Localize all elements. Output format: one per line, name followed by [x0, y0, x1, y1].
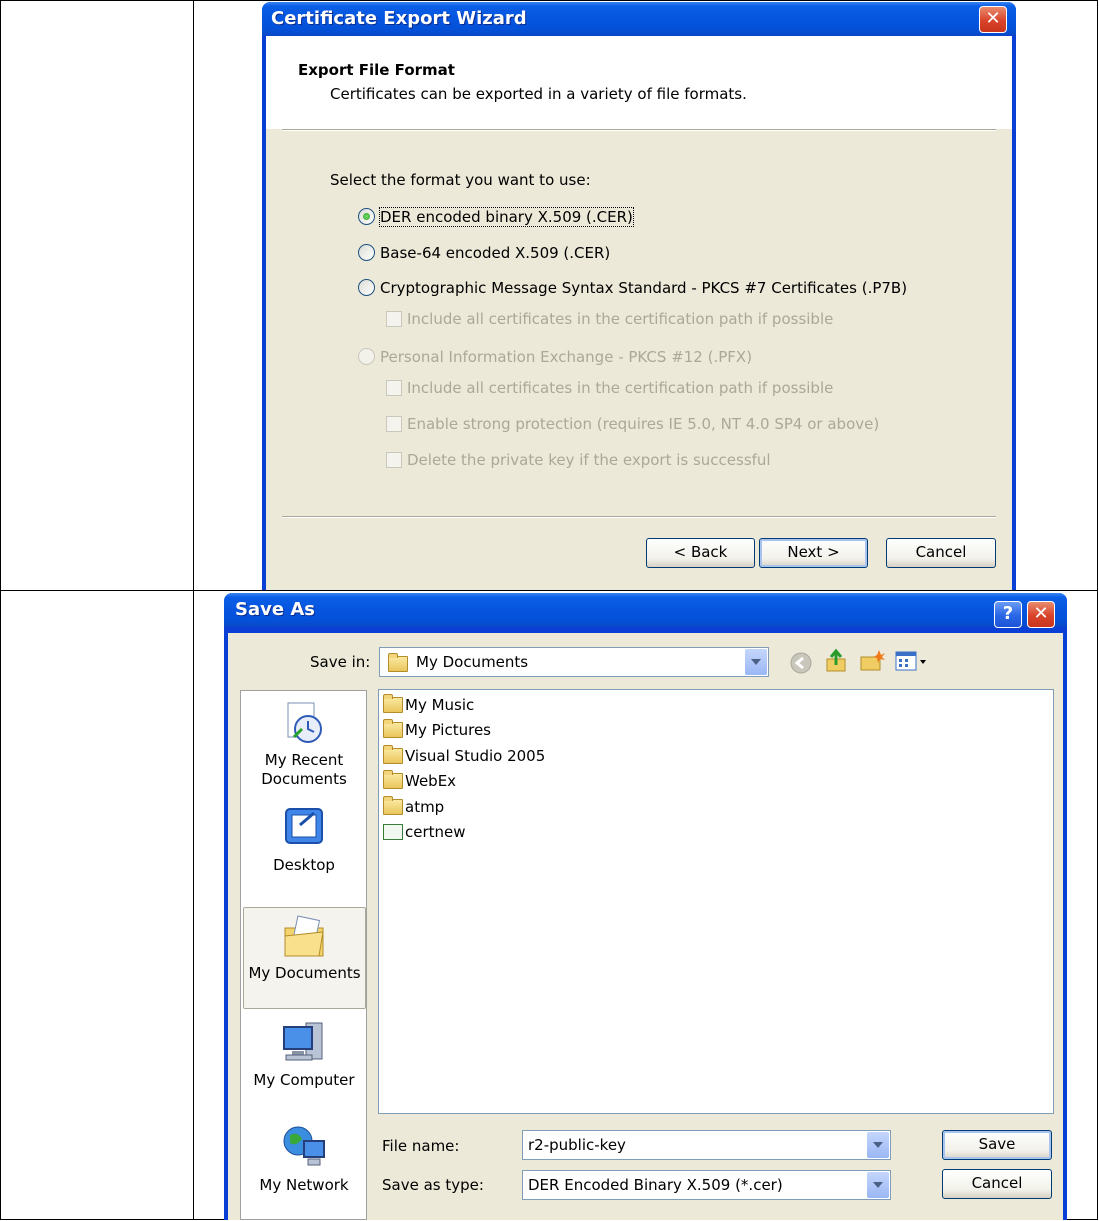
place-label: My Documents [248, 964, 361, 982]
save-as-client-area: Save in: My Documents My Recent Document… [228, 633, 1063, 1220]
file-name-label: File name: [382, 1137, 460, 1155]
new-folder-icon[interactable] [858, 647, 886, 675]
checkbox-label: Delete the private key if the export is … [407, 451, 771, 469]
shortcut-folder-icon [383, 796, 403, 815]
save-type-label: Save as type: [382, 1176, 484, 1194]
wizard-header [266, 36, 1012, 129]
place-label: Documents [261, 770, 347, 788]
place-label: My Recent [264, 751, 344, 769]
format-option-label[interactable]: Base-64 encoded X.509 (.CER) [380, 244, 610, 262]
file-name: My Pictures [405, 721, 491, 739]
close-icon[interactable]: ✕ [979, 6, 1007, 33]
footer-separator [282, 516, 996, 518]
list-item[interactable]: Visual Studio 2005 [383, 744, 545, 768]
cancel-button[interactable]: Cancel [886, 538, 996, 568]
my-documents-icon [284, 915, 324, 957]
save-in-dropdown[interactable]: My Documents [379, 647, 769, 677]
pictures-folder-icon [383, 719, 403, 738]
place-my-documents[interactable]: My Documents [243, 907, 366, 1009]
my-computer-icon [283, 1022, 323, 1061]
place-my-recent-documents[interactable]: My Recent Documents [242, 699, 366, 795]
places-bar: My Recent Documents Desktop My Documents… [240, 690, 367, 1220]
checkbox-label: Include all certificates in the certific… [407, 310, 834, 328]
wizard-titlebar: Certificate Export Wizard ✕ [262, 2, 1016, 36]
list-item[interactable]: My Pictures [383, 718, 491, 742]
save-as-window: Save As ? ✕ Save in: My Documents My Rec… [224, 593, 1067, 1220]
back-button[interactable]: < Back [646, 538, 755, 568]
table-column-divider [193, 0, 194, 1220]
place-my-network[interactable]: My Network [242, 1121, 366, 1211]
list-item[interactable]: atmp [383, 795, 444, 819]
radio-der[interactable] [358, 208, 375, 225]
checkbox-label: Enable strong protection (requires IE 5.… [407, 415, 880, 433]
wizard-client-area: Export File Format Certificates can be e… [266, 36, 1012, 590]
checkbox [386, 380, 402, 396]
recent-documents-icon [287, 702, 322, 743]
select-format-prompt: Select the format you want to use: [330, 171, 591, 189]
radio-base64[interactable] [358, 244, 375, 261]
desktop-icon [285, 808, 323, 844]
folder-icon [388, 653, 408, 672]
checkbox [386, 452, 402, 468]
place-desktop[interactable]: Desktop [242, 803, 366, 883]
wizard-title: Certificate Export Wizard [271, 8, 527, 29]
list-item[interactable]: WebEx [383, 769, 456, 793]
save-in-label: Save in: [310, 653, 371, 671]
certificate-file-icon [383, 824, 403, 840]
folder-icon [383, 745, 403, 764]
help-icon[interactable]: ? [994, 601, 1022, 628]
next-button[interactable]: Next > [759, 538, 868, 568]
file-name: My Music [405, 696, 475, 714]
radio-pfx [358, 348, 375, 365]
radio-pkcs7[interactable] [358, 279, 375, 296]
back-arrow-icon[interactable] [789, 651, 815, 675]
my-network-icon [283, 1126, 325, 1166]
list-item[interactable]: My Music [383, 693, 474, 717]
checkbox [386, 416, 402, 432]
place-label: Desktop [273, 856, 335, 874]
music-folder-icon [383, 694, 403, 713]
file-name-value: r2-public-key [528, 1136, 626, 1154]
place-my-computer[interactable]: My Computer [242, 1019, 366, 1109]
save-type-dropdown[interactable]: DER Encoded Binary X.509 (*.cer) [522, 1170, 891, 1200]
chevron-down-icon[interactable] [867, 1132, 889, 1158]
table-row-divider [0, 590, 1098, 591]
cancel-button[interactable]: Cancel [942, 1169, 1052, 1199]
file-name-field[interactable]: r2-public-key [522, 1130, 891, 1160]
file-name: Visual Studio 2005 [405, 747, 546, 765]
folder-icon [383, 770, 403, 789]
place-label: My Network [259, 1176, 349, 1194]
chevron-down-icon[interactable] [745, 649, 767, 675]
file-name: WebEx [405, 772, 457, 790]
views-menu-icon[interactable] [894, 650, 930, 674]
chevron-down-icon[interactable] [867, 1172, 889, 1198]
save-in-value: My Documents [416, 653, 529, 671]
radio-selected-dot [363, 213, 370, 220]
checkbox-label: Include all certificates in the certific… [407, 379, 834, 397]
header-separator [282, 129, 996, 131]
format-option-label[interactable]: Cryptographic Message Syntax Standard - … [380, 279, 907, 297]
checkbox [386, 311, 402, 327]
wizard-header-title: Export File Format [298, 61, 455, 79]
certificate-export-wizard-window: Certificate Export Wizard ✕ Export File … [262, 2, 1016, 590]
file-list[interactable]: My Music My Pictures Visual Studio 2005 … [378, 689, 1054, 1114]
place-label: My Computer [253, 1071, 355, 1089]
wizard-header-subtitle: Certificates can be exported in a variet… [330, 85, 747, 103]
save-as-title: Save As [235, 599, 315, 620]
save-as-titlebar: Save As ? ✕ [224, 593, 1067, 628]
up-one-level-icon[interactable] [824, 647, 852, 675]
save-button[interactable]: Save [942, 1130, 1052, 1160]
format-option-label: Personal Information Exchange - PKCS #12… [380, 348, 753, 366]
format-option-label[interactable]: DER encoded binary X.509 (.CER) [379, 207, 634, 227]
file-name: certnew [405, 823, 466, 841]
list-item[interactable]: certnew [383, 820, 466, 844]
file-name: atmp [405, 798, 445, 816]
save-type-value: DER Encoded Binary X.509 (*.cer) [528, 1176, 783, 1194]
close-icon[interactable]: ✕ [1027, 601, 1055, 628]
